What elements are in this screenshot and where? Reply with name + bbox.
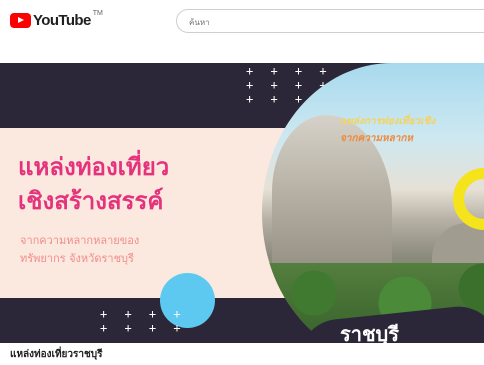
logo-text: YouTube [33,12,91,29]
photo-caption-line1: แหล่งการท่องเที่ยวเชิง [340,116,436,127]
banner-subtitle-line2: ทรัพยากร จังหวัดราชบุรี [20,252,134,265]
youtube-play-icon [10,13,31,28]
video-thumbnail[interactable]: + + + + + + + + + + + + แหล่งการท่องเที่… [0,63,484,343]
blob-caption: ราชบุรี [340,322,399,343]
banner-subtitle-line1: จากความหลากหลายของ [20,234,140,247]
logo-trademark: TM [92,10,103,17]
video-title[interactable]: แหล่งท่องเที่ยวราชบุรี [10,347,103,362]
banner-title-line1: แหล่งท่องเที่ยว [18,153,170,181]
plus-pattern-bottom: + + + + + + + + [100,307,186,335]
search-box[interactable] [176,9,484,34]
photo-caption-line2: จากความหลากห [340,133,414,144]
banner-title-line2: เชิงสร้างสรรค์ [18,187,164,215]
top-bar: YouTube TM [0,0,484,40]
search-input[interactable] [177,11,484,34]
youtube-logo[interactable]: YouTube TM [10,10,103,29]
